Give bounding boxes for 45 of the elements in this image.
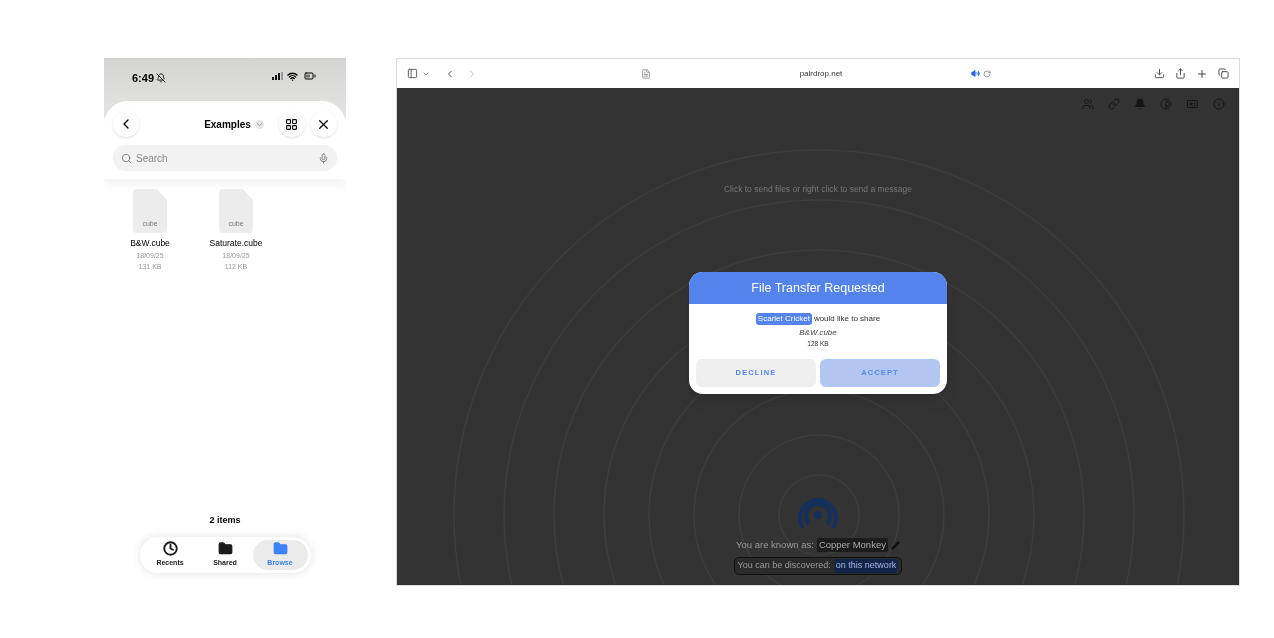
sender-name: Scarlet Cricket	[755, 313, 812, 325]
device-name[interactable]: Copper Monkey	[816, 538, 888, 553]
share-message: would like to share	[813, 313, 881, 325]
info-icon	[1213, 98, 1225, 110]
file-name[interactable]: Saturate.cube	[209, 237, 263, 250]
item-count: 2 items	[209, 513, 241, 527]
grid-view-button[interactable]	[279, 111, 305, 137]
contrast-icon	[1160, 98, 1172, 110]
file-name: B&W.cube	[799, 327, 837, 339]
id-card-icon	[1186, 98, 1199, 110]
folder-title: Examples	[204, 117, 251, 132]
sidebar-icon	[407, 68, 418, 79]
dialog-title: File Transfer Requested	[751, 279, 885, 297]
grid-icon	[285, 117, 299, 131]
bell-icon	[1134, 98, 1146, 110]
discovery-scope[interactable]: on this network	[833, 559, 899, 573]
wifi-icon	[287, 70, 298, 82]
chevron-down-icon	[254, 119, 264, 129]
search-field[interactable]: Search	[113, 145, 337, 171]
address-bar[interactable]: pairdrop.net	[799, 67, 843, 80]
folder-icon	[271, 541, 289, 557]
download-icon	[1154, 68, 1165, 79]
status-time: 6:49	[132, 71, 155, 86]
share-icon	[1175, 68, 1186, 79]
link-icon	[1108, 98, 1120, 110]
microphone-icon	[318, 152, 329, 164]
silent-bell-icon	[156, 73, 167, 84]
broadcast-icon	[798, 496, 838, 532]
discovery-label: You can be discovered:	[737, 559, 831, 573]
close-button[interactable]	[311, 111, 337, 137]
shared-folder-icon	[216, 541, 234, 557]
tabs-icon	[1218, 68, 1229, 79]
back-button[interactable]	[113, 111, 139, 137]
clock-icon	[162, 541, 178, 557]
new-tab-icon	[1196, 67, 1208, 80]
search-input[interactable]: Search	[136, 150, 314, 166]
file-name[interactable]: B&W.cube	[130, 237, 170, 250]
people-icon	[1082, 98, 1094, 110]
reload-icon	[983, 69, 991, 78]
battery-icon	[302, 70, 318, 82]
page-icon	[641, 68, 651, 79]
signal-icon	[272, 72, 283, 80]
edit-icon	[890, 540, 900, 550]
known-as-label: You are known as:	[736, 538, 814, 552]
search-icon	[121, 152, 132, 164]
